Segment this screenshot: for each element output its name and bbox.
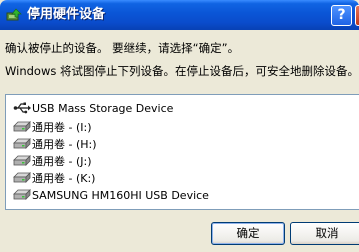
device-item-usb-mass-storage[interactable]: USB Mass Storage Device	[13, 100, 173, 116]
title-bar[interactable]: 停用硬件设备 ? ×	[0, 0, 359, 30]
device-item-volume-i[interactable]: 通用卷 - (I:)	[13, 119, 92, 135]
close-button[interactable]: ×	[355, 5, 359, 26]
instruction-text: 确认被停止的设备。 要继续，请选择“确定”。	[5, 41, 240, 55]
device-item-volume-j[interactable]: 通用卷 - (J:)	[13, 153, 92, 169]
info-text: Windows 将试图停止下列设备。在停止设备后，可安全地删除设备。	[5, 64, 359, 78]
usb-icon	[13, 102, 31, 114]
device-label: USB Mass Storage Device	[32, 101, 174, 115]
device-label: 通用卷 - (K:)	[32, 172, 96, 185]
window-title: 停用硬件设备	[27, 7, 106, 22]
device-item-volume-k[interactable]: 通用卷 - (K:)	[13, 170, 95, 186]
drive-icon	[13, 155, 31, 166]
device-label: 通用卷 - (J:)	[32, 155, 92, 168]
device-item-volume-h[interactable]: 通用卷 - (H:)	[13, 136, 97, 152]
drive-icon	[13, 189, 31, 200]
drive-icon	[13, 121, 31, 132]
device-item-samsung[interactable]: SAMSUNG HM160HI USB Device	[13, 187, 209, 203]
device-label: 通用卷 - (I:)	[32, 121, 92, 134]
device-label: 通用卷 - (H:)	[32, 138, 97, 151]
ok-button[interactable]: 确定	[211, 222, 285, 245]
device-list[interactable]: USB Mass Storage Device 通用卷 - (I:) 通用卷 -…	[5, 94, 359, 210]
help-button[interactable]: ?	[331, 5, 352, 26]
drive-icon	[13, 172, 31, 183]
hardware-icon	[6, 8, 22, 21]
cancel-button[interactable]: 取消	[290, 222, 359, 245]
device-label: SAMSUNG HM160HI USB Device	[32, 188, 209, 202]
drive-icon	[13, 138, 31, 149]
